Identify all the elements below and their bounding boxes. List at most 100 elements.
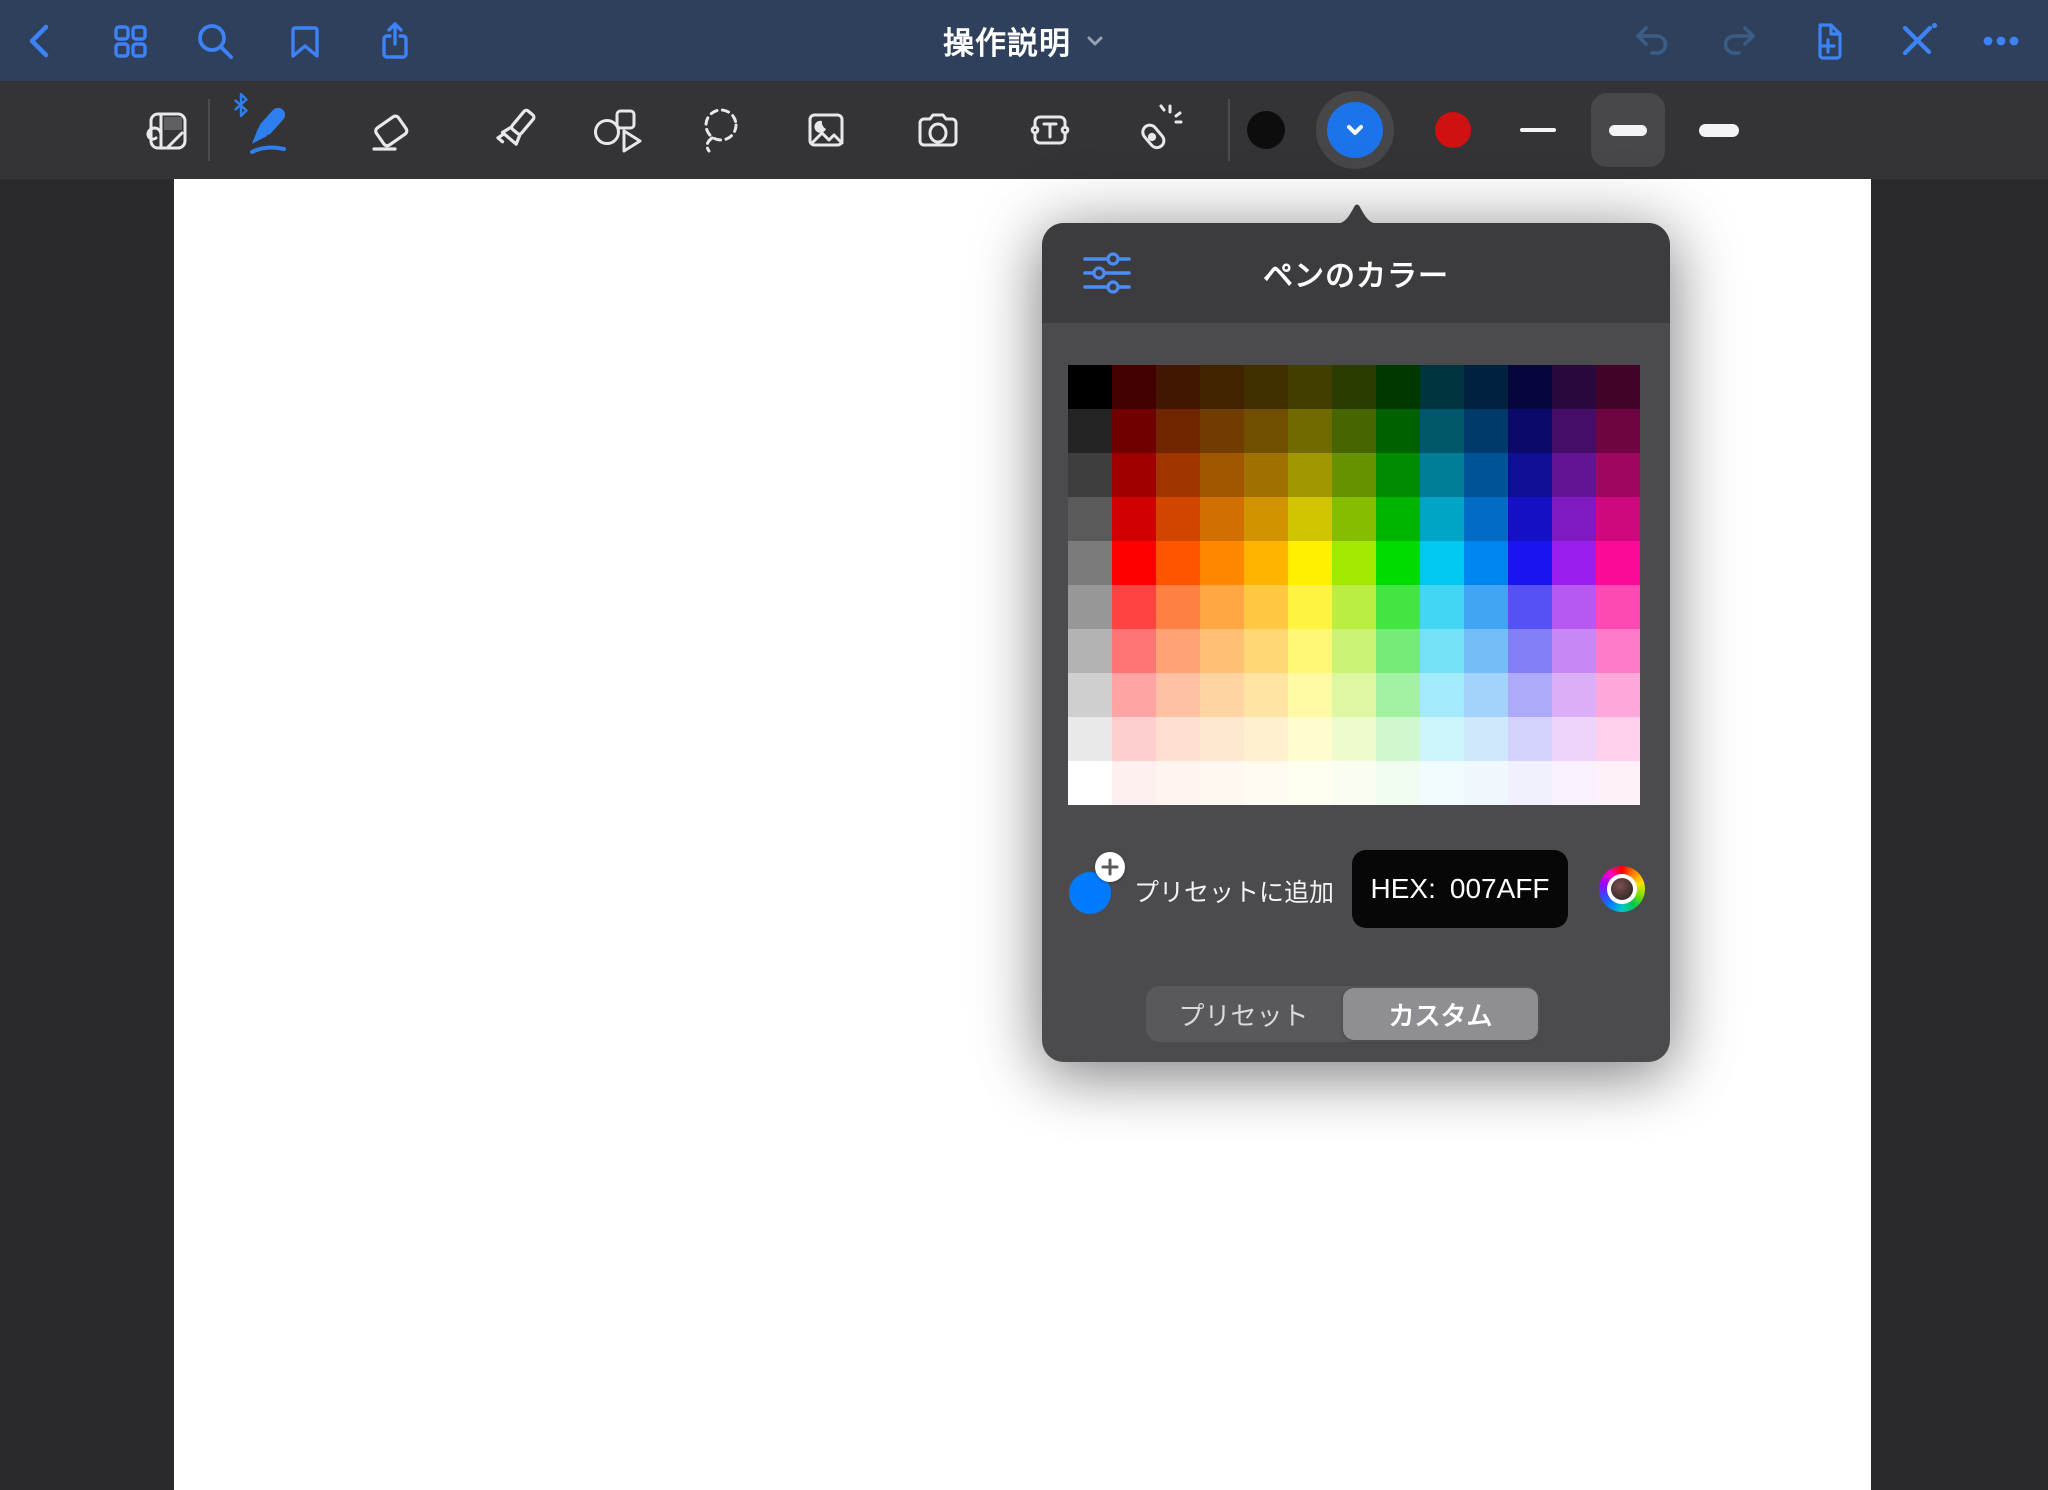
palette-cell[interactable] xyxy=(1068,497,1112,541)
palette-cell[interactable] xyxy=(1068,409,1112,453)
palette-cell[interactable] xyxy=(1156,717,1200,761)
palette-cell[interactable] xyxy=(1552,585,1596,629)
eraser-tool-button[interactable] xyxy=(357,97,423,163)
palette-cell[interactable] xyxy=(1156,541,1200,585)
palette-cell[interactable] xyxy=(1332,453,1376,497)
palette-cell[interactable] xyxy=(1464,497,1508,541)
palette-cell[interactable] xyxy=(1508,629,1552,673)
shapes-tool-button[interactable] xyxy=(585,97,651,163)
palette-cell[interactable] xyxy=(1288,673,1332,717)
add-page-button[interactable] xyxy=(1804,17,1852,65)
redo-button[interactable] xyxy=(1715,17,1763,65)
palette-cell[interactable] xyxy=(1420,585,1464,629)
share-button[interactable] xyxy=(371,17,419,65)
palette-cell[interactable] xyxy=(1200,673,1244,717)
palette-cell[interactable] xyxy=(1508,365,1552,409)
pen-tool-button[interactable] xyxy=(235,97,301,163)
palette-cell[interactable] xyxy=(1508,761,1552,805)
palette-cell[interactable] xyxy=(1420,717,1464,761)
palette-cell[interactable] xyxy=(1112,541,1156,585)
palette-cell[interactable] xyxy=(1200,717,1244,761)
palette-cell[interactable] xyxy=(1200,409,1244,453)
palette-cell[interactable] xyxy=(1508,409,1552,453)
palette-cell[interactable] xyxy=(1376,497,1420,541)
palette-cell[interactable] xyxy=(1112,673,1156,717)
palette-cell[interactable] xyxy=(1552,409,1596,453)
palette-cell[interactable] xyxy=(1288,629,1332,673)
palette-cell[interactable] xyxy=(1288,541,1332,585)
palette-cell[interactable] xyxy=(1596,761,1640,805)
lasso-tool-button[interactable] xyxy=(687,97,753,163)
palette-cell[interactable] xyxy=(1156,453,1200,497)
palette-cell[interactable] xyxy=(1420,761,1464,805)
palette-cell[interactable] xyxy=(1420,541,1464,585)
palette-cell[interactable] xyxy=(1200,497,1244,541)
palette-cell[interactable] xyxy=(1508,673,1552,717)
palette-cell[interactable] xyxy=(1200,453,1244,497)
palette-cell[interactable] xyxy=(1156,497,1200,541)
palette-cell[interactable] xyxy=(1376,453,1420,497)
palette-cell[interactable] xyxy=(1200,629,1244,673)
palette-cell[interactable] xyxy=(1068,673,1112,717)
bookmark-button[interactable] xyxy=(281,17,329,65)
palette-cell[interactable] xyxy=(1332,585,1376,629)
palette-cell[interactable] xyxy=(1376,629,1420,673)
palette-cell[interactable] xyxy=(1464,717,1508,761)
palette-cell[interactable] xyxy=(1464,409,1508,453)
palette-cell[interactable] xyxy=(1420,453,1464,497)
palette-cell[interactable] xyxy=(1068,541,1112,585)
palette-cell[interactable] xyxy=(1288,409,1332,453)
palette-cell[interactable] xyxy=(1288,717,1332,761)
stroke-width-thick-button[interactable] xyxy=(1682,93,1756,167)
palette-cell[interactable] xyxy=(1420,365,1464,409)
palette-cell[interactable] xyxy=(1552,629,1596,673)
palette-cell[interactable] xyxy=(1596,541,1640,585)
palette-cell[interactable] xyxy=(1596,453,1640,497)
color-wheel-button[interactable] xyxy=(1599,866,1645,912)
palette-cell[interactable] xyxy=(1464,365,1508,409)
palette-cell[interactable] xyxy=(1552,717,1596,761)
palette-cell[interactable] xyxy=(1112,717,1156,761)
palette-cell[interactable] xyxy=(1112,453,1156,497)
page-view-button[interactable] xyxy=(132,97,198,163)
palette-cell[interactable] xyxy=(1508,453,1552,497)
palette-cell[interactable] xyxy=(1420,409,1464,453)
palette-cell[interactable] xyxy=(1508,585,1552,629)
palette-cell[interactable] xyxy=(1552,365,1596,409)
tab-custom[interactable]: カスタム xyxy=(1343,988,1538,1040)
palette-cell[interactable] xyxy=(1376,541,1420,585)
palette-cell[interactable] xyxy=(1244,365,1288,409)
palette-cell[interactable] xyxy=(1244,453,1288,497)
palette-cell[interactable] xyxy=(1596,673,1640,717)
palette-cell[interactable] xyxy=(1596,365,1640,409)
palette-cell[interactable] xyxy=(1244,629,1288,673)
palette-cell[interactable] xyxy=(1464,629,1508,673)
palette-cell[interactable] xyxy=(1288,497,1332,541)
palette-cell[interactable] xyxy=(1420,629,1464,673)
palette-cell[interactable] xyxy=(1376,585,1420,629)
palette-cell[interactable] xyxy=(1244,717,1288,761)
palette-cell[interactable] xyxy=(1552,761,1596,805)
palette-cell[interactable] xyxy=(1376,365,1420,409)
palette-cell[interactable] xyxy=(1068,629,1112,673)
palette-cell[interactable] xyxy=(1244,409,1288,453)
palette-cell[interactable] xyxy=(1596,585,1640,629)
color-swatch-black[interactable] xyxy=(1247,111,1285,149)
palette-cell[interactable] xyxy=(1508,497,1552,541)
palette-cell[interactable] xyxy=(1552,541,1596,585)
palette-cell[interactable] xyxy=(1464,585,1508,629)
palette-cell[interactable] xyxy=(1112,585,1156,629)
palette-cell[interactable] xyxy=(1552,453,1596,497)
palette-cell[interactable] xyxy=(1332,629,1376,673)
highlighter-tool-button[interactable] xyxy=(482,97,548,163)
palette-cell[interactable] xyxy=(1156,365,1200,409)
text-tool-button[interactable] xyxy=(1017,97,1083,163)
color-swatch-blue-selected[interactable] xyxy=(1316,91,1394,169)
palette-cell[interactable] xyxy=(1596,717,1640,761)
palette-cell[interactable] xyxy=(1112,409,1156,453)
palette-cell[interactable] xyxy=(1200,365,1244,409)
undo-button[interactable] xyxy=(1628,17,1676,65)
search-button[interactable] xyxy=(191,17,239,65)
palette-cell[interactable] xyxy=(1552,673,1596,717)
palette-cell[interactable] xyxy=(1332,497,1376,541)
